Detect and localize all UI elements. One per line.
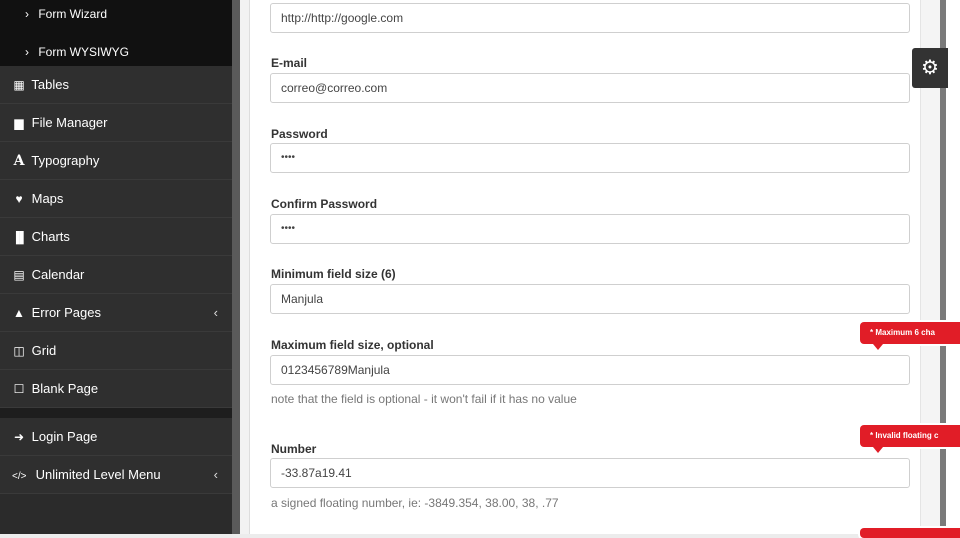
sidebar-item-label: Blank Page <box>31 381 99 396</box>
password-input[interactable]: •••• <box>270 143 910 173</box>
sidebar-item-label: Tables <box>31 77 69 92</box>
confirm-password-label: Confirm Password <box>271 197 378 211</box>
sidebar-item-maps[interactable]: ♥ Maps <box>0 180 232 218</box>
number-error-arrow <box>873 447 883 453</box>
sidebar-subitem-form-wizard[interactable]: › Form Wizard <box>0 0 232 33</box>
sidebar-item-label: Typography <box>31 153 100 168</box>
sidebar-item-grid[interactable]: ◫ Grid <box>0 332 232 370</box>
content-gutter <box>232 0 240 534</box>
content-margin <box>240 0 249 534</box>
file-icon: ▆ <box>14 116 24 130</box>
sidebar-divider <box>0 408 232 418</box>
max-size-input[interactable]: 0123456789Manjula <box>270 355 910 385</box>
next-error-tooltip <box>860 528 960 538</box>
bar-chart-icon: ▐▌ <box>12 232 28 244</box>
chevron-right-icon: › <box>25 45 29 59</box>
chevron-left-icon: ‹ <box>213 305 218 320</box>
sidebar-item-login-page[interactable]: ➜ Login Page <box>0 418 232 456</box>
warning-icon: ▲ <box>13 306 25 320</box>
email-input[interactable]: correo@correo.com <box>270 73 910 103</box>
min-size-label: Minimum field size (6) <box>271 267 396 281</box>
max-size-label: Maximum field size, optional <box>271 338 434 352</box>
columns-icon: ◫ <box>13 344 25 358</box>
sidebar-item-label: Grid <box>31 343 57 358</box>
sidebar-subitem-label: Form WYSIWYG <box>38 45 130 59</box>
password-label: Password <box>271 127 328 141</box>
sidebar-item-label: Error Pages <box>31 305 101 320</box>
sidebar-item-file-manager[interactable]: ▆ File Manager <box>0 104 232 142</box>
max-size-help: note that the field is optional - it won… <box>271 392 577 406</box>
calendar-icon: ▤ <box>13 268 25 282</box>
code-icon: </> <box>12 471 27 482</box>
sidebar-item-charts[interactable]: ▐▌ Charts <box>0 218 232 256</box>
sidebar-item-label: File Manager <box>31 115 108 130</box>
sidebar-subitem-form-wysiwyg[interactable]: › Form WYSIWYG <box>0 33 232 66</box>
number-label: Number <box>271 442 317 456</box>
number-input[interactable]: -33.87a19.41 <box>270 458 910 488</box>
confirm-password-input[interactable]: •••• <box>270 214 910 244</box>
sidebar-item-typography[interactable]: A Typography <box>0 142 232 180</box>
email-label: E-mail <box>271 56 308 70</box>
sidebar-item-label: Charts <box>31 229 70 244</box>
sidebar-item-unlimited-level-menu[interactable]: </> Unlimited Level Menu ‹ <box>0 456 232 494</box>
sidebar-item-calendar[interactable]: ▤ Calendar <box>0 256 232 294</box>
url-input[interactable]: http://http://google.com <box>270 3 910 33</box>
table-icon: ▦ <box>13 78 25 92</box>
gears-icon: ⚙ <box>921 57 939 79</box>
square-icon: ☐ <box>13 382 25 396</box>
settings-button[interactable]: ⚙ <box>912 48 948 88</box>
sign-in-icon: ➜ <box>13 430 25 444</box>
sidebar-item-label: Unlimited Level Menu <box>35 467 161 482</box>
font-icon: A <box>13 153 25 169</box>
sidebar-item-label: Maps <box>31 191 64 206</box>
sidebar: › Form Wizard › Form WYSIWYG ▦ Tables ▆ … <box>0 0 232 534</box>
sidebar-item-error-pages[interactable]: ▲ Error Pages ‹ <box>0 294 232 332</box>
sidebar-subitem-label: Form Wizard <box>38 7 108 21</box>
sidebar-item-tables[interactable]: ▦ Tables <box>0 66 232 104</box>
sidebar-item-blank-page[interactable]: ☐ Blank Page <box>0 370 232 408</box>
map-marker-icon: ♥ <box>15 192 23 206</box>
sidebar-item-label: Calendar <box>31 267 85 282</box>
chevron-left-icon: ‹ <box>213 467 218 482</box>
chevron-right-icon: › <box>25 7 29 21</box>
sidebar-item-label: Login Page <box>31 429 98 444</box>
max-size-error-arrow <box>873 344 883 350</box>
min-size-input[interactable]: Manjula <box>270 284 910 314</box>
number-help: a signed floating number, ie: -3849.354,… <box>271 496 559 510</box>
number-error-tooltip: * Invalid floating c <box>860 425 960 447</box>
max-size-error-tooltip: * Maximum 6 cha <box>860 322 960 344</box>
